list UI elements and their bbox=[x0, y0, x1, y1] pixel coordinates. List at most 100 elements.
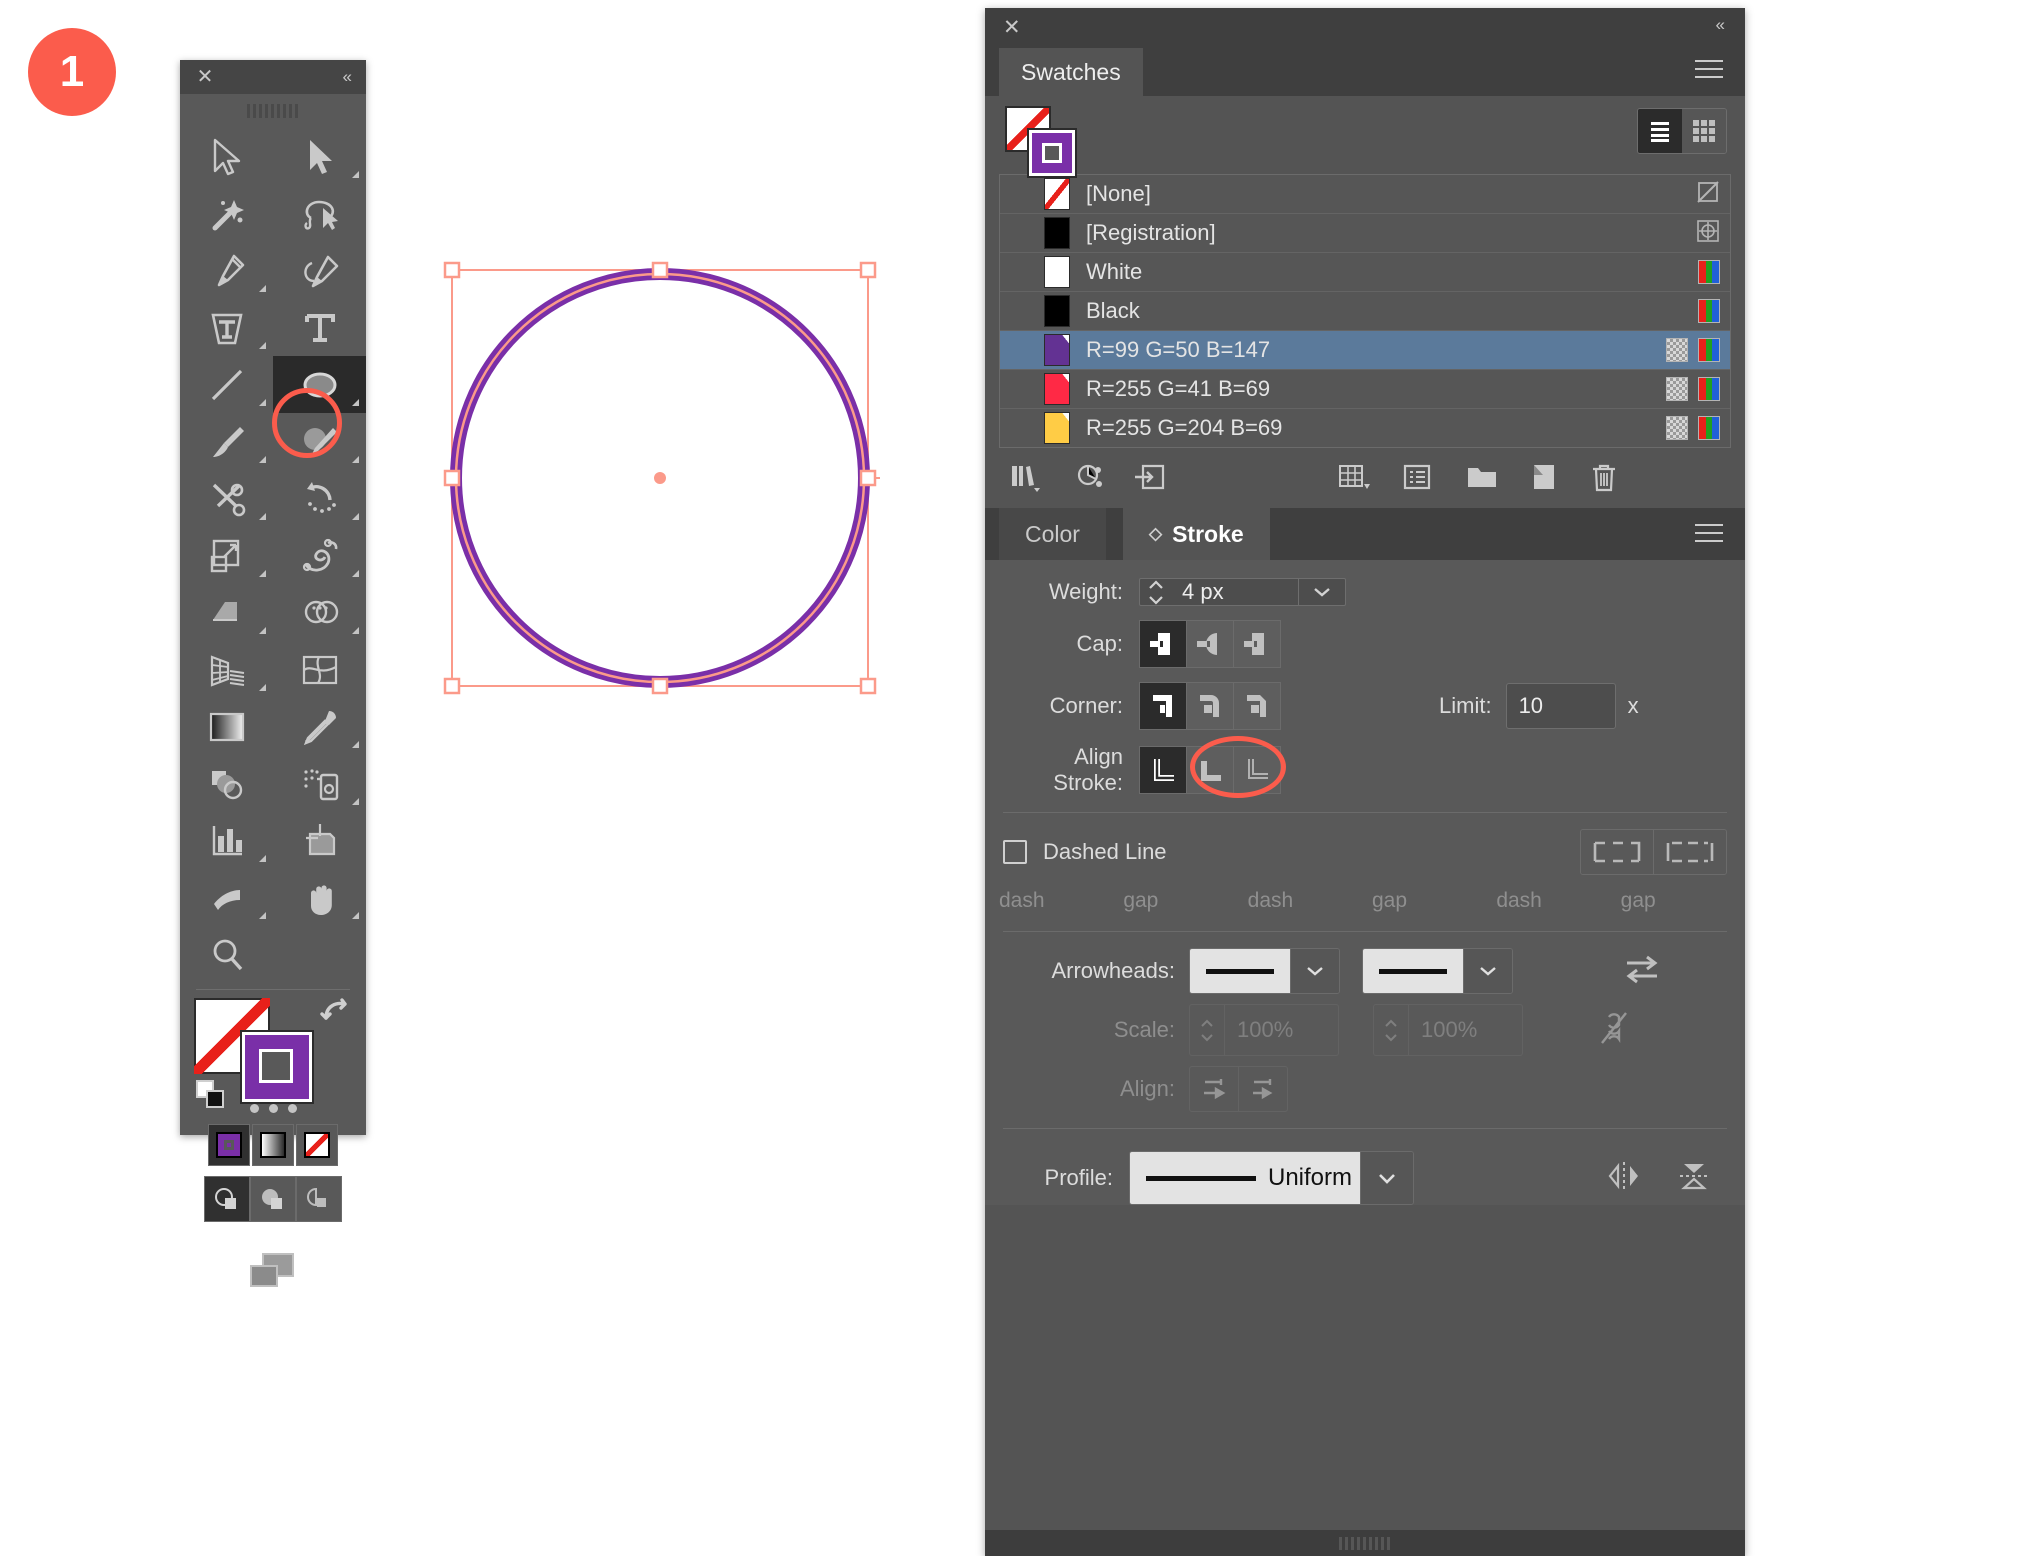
scale-end-input[interactable]: 100% bbox=[1409, 1005, 1477, 1055]
tool-flyout-arrow-icon[interactable] bbox=[259, 627, 266, 634]
scale-spinner-icon[interactable] bbox=[1190, 1005, 1225, 1055]
ellipse-tool[interactable] bbox=[273, 356, 366, 413]
chevron-down-icon[interactable] bbox=[1463, 949, 1512, 993]
close-icon[interactable]: ✕ bbox=[1003, 15, 1021, 40]
swatch-row[interactable]: [Registration] bbox=[1000, 214, 1730, 253]
new-color-group-button[interactable] bbox=[1465, 462, 1499, 497]
extend-arrow-beyond-end-button[interactable] bbox=[1190, 1067, 1238, 1111]
arrowhead-start-scale[interactable]: 100% bbox=[1189, 1004, 1339, 1056]
selection-tool[interactable] bbox=[180, 128, 273, 185]
swatch-row[interactable]: [None] bbox=[1000, 175, 1730, 214]
shape-builder-tool[interactable] bbox=[273, 584, 366, 641]
scale-start-input[interactable]: 100% bbox=[1225, 1005, 1293, 1055]
scale-tool[interactable] bbox=[180, 527, 273, 584]
miter-join-button[interactable] bbox=[1139, 682, 1187, 730]
tool-flyout-arrow-icon[interactable] bbox=[259, 570, 266, 577]
align-stroke-center-button[interactable] bbox=[1139, 746, 1187, 794]
tool-flyout-arrow-icon[interactable] bbox=[259, 684, 266, 691]
more-tools-button[interactable] bbox=[180, 1104, 366, 1113]
width-tool[interactable] bbox=[273, 527, 366, 584]
lasso-tool[interactable] bbox=[273, 185, 366, 242]
tool-flyout-arrow-icon[interactable] bbox=[352, 798, 359, 805]
blend-tool[interactable] bbox=[180, 755, 273, 812]
weight-input[interactable]: 4 px bbox=[1172, 579, 1298, 605]
projecting-cap-button[interactable] bbox=[1233, 620, 1281, 668]
show-color-group-button[interactable] bbox=[1075, 462, 1107, 499]
stroke-color-proxy[interactable] bbox=[240, 1030, 314, 1104]
tool-flyout-arrow-icon[interactable] bbox=[352, 570, 359, 577]
swatch-row-selected[interactable]: R=99 G=50 B=147 bbox=[1000, 331, 1730, 370]
weight-dropdown-chevron-icon[interactable] bbox=[1298, 579, 1345, 605]
tool-flyout-arrow-icon[interactable] bbox=[259, 855, 266, 862]
align-stroke-inside-button[interactable] bbox=[1186, 746, 1234, 794]
eyedropper-tool[interactable] bbox=[273, 698, 366, 755]
collapse-icon[interactable]: « bbox=[1716, 15, 1725, 35]
grid-view-button[interactable] bbox=[1682, 109, 1726, 153]
none-mode-button[interactable] bbox=[296, 1124, 338, 1166]
curvature-tool[interactable] bbox=[273, 242, 366, 299]
stroke-panel-menu-icon[interactable] bbox=[1695, 524, 1723, 542]
tool-flyout-arrow-icon[interactable] bbox=[352, 912, 359, 919]
artboard-tool[interactable] bbox=[273, 812, 366, 869]
rotate-tool[interactable] bbox=[273, 470, 366, 527]
swatch-row[interactable]: R=255 G=41 B=69 bbox=[1000, 370, 1730, 409]
pen-tool[interactable] bbox=[180, 242, 273, 299]
color-mode-button[interactable] bbox=[208, 1124, 250, 1166]
add-to-library-button[interactable] bbox=[1133, 462, 1167, 499]
chevron-down-icon[interactable] bbox=[1290, 949, 1339, 993]
arrowhead-end-scale[interactable]: 100% bbox=[1373, 1004, 1523, 1056]
close-icon[interactable]: ✕ bbox=[194, 66, 216, 88]
dash-field-3[interactable]: dash bbox=[1496, 889, 1606, 913]
dashed-line-checkbox[interactable] bbox=[1003, 840, 1027, 864]
scale-spinner-icon[interactable] bbox=[1374, 1005, 1409, 1055]
place-arrow-at-end-button[interactable] bbox=[1238, 1067, 1287, 1111]
swatch-row[interactable]: Black bbox=[1000, 292, 1730, 331]
perspective-grid-tool[interactable] bbox=[180, 641, 273, 698]
gap-field-3[interactable]: gap bbox=[1621, 889, 1731, 913]
preserve-exact-dash-button[interactable] bbox=[1581, 830, 1653, 874]
tool-flyout-arrow-icon[interactable] bbox=[259, 513, 266, 520]
tab-swatches[interactable]: Swatches bbox=[999, 48, 1143, 96]
swatch-libraries-menu-button[interactable] bbox=[1009, 462, 1043, 499]
draw-normal-button[interactable] bbox=[204, 1176, 250, 1222]
mesh-tool[interactable] bbox=[273, 641, 366, 698]
chevron-down-icon[interactable] bbox=[1360, 1152, 1413, 1204]
swatch-row[interactable]: White bbox=[1000, 253, 1730, 292]
tab-stroke[interactable]: ◇ Stroke bbox=[1123, 508, 1270, 560]
round-cap-button[interactable] bbox=[1186, 620, 1234, 668]
tool-flyout-arrow-icon[interactable] bbox=[259, 285, 266, 292]
tool-flyout-arrow-icon[interactable] bbox=[352, 741, 359, 748]
hand-tool[interactable] bbox=[273, 869, 366, 926]
line-segment-tool[interactable] bbox=[180, 356, 273, 413]
round-join-button[interactable] bbox=[1186, 682, 1234, 730]
tool-flyout-arrow-icon[interactable] bbox=[259, 399, 266, 406]
dash-field-2[interactable]: dash bbox=[1248, 889, 1358, 913]
tool-flyout-arrow-icon[interactable] bbox=[352, 513, 359, 520]
weight-stepper[interactable]: 4 px bbox=[1139, 578, 1346, 606]
type-tool-alt[interactable] bbox=[273, 299, 366, 356]
swatch-list[interactable]: [None] [Registration] White Black R=99 G… bbox=[999, 174, 1731, 448]
miter-limit-input[interactable]: 10 bbox=[1505, 683, 1616, 729]
swatch-row[interactable]: R=255 G=204 B=69 bbox=[1000, 409, 1730, 447]
free-transform-tool[interactable] bbox=[180, 584, 273, 641]
swatch-kinds-menu-button[interactable] bbox=[1337, 462, 1373, 499]
gradient-tool[interactable] bbox=[180, 698, 273, 755]
arrowhead-end-select[interactable] bbox=[1362, 948, 1513, 994]
tool-flyout-arrow-icon[interactable] bbox=[352, 456, 359, 463]
list-view-button[interactable] bbox=[1638, 109, 1682, 153]
panel-drag-grip[interactable] bbox=[247, 104, 299, 118]
zoom-tool[interactable] bbox=[180, 926, 273, 983]
draw-inside-button[interactable] bbox=[296, 1176, 342, 1222]
swap-arrowheads-button[interactable] bbox=[1623, 953, 1661, 990]
swap-fill-stroke-icon[interactable] bbox=[318, 996, 352, 1026]
dock-resize-grip[interactable] bbox=[985, 1530, 1745, 1556]
swatches-panel-menu-icon[interactable] bbox=[1695, 60, 1723, 78]
align-dashes-corners-button[interactable] bbox=[1653, 830, 1726, 874]
tool-flyout-arrow-icon[interactable] bbox=[259, 342, 266, 349]
arrowhead-start-select[interactable] bbox=[1189, 948, 1340, 994]
gap-field-1[interactable]: gap bbox=[1123, 889, 1233, 913]
column-graph-tool[interactable] bbox=[180, 812, 273, 869]
bevel-join-button[interactable] bbox=[1233, 682, 1281, 730]
change-screen-mode-button[interactable] bbox=[180, 1248, 366, 1296]
flip-across-button[interactable] bbox=[1604, 1156, 1644, 1201]
